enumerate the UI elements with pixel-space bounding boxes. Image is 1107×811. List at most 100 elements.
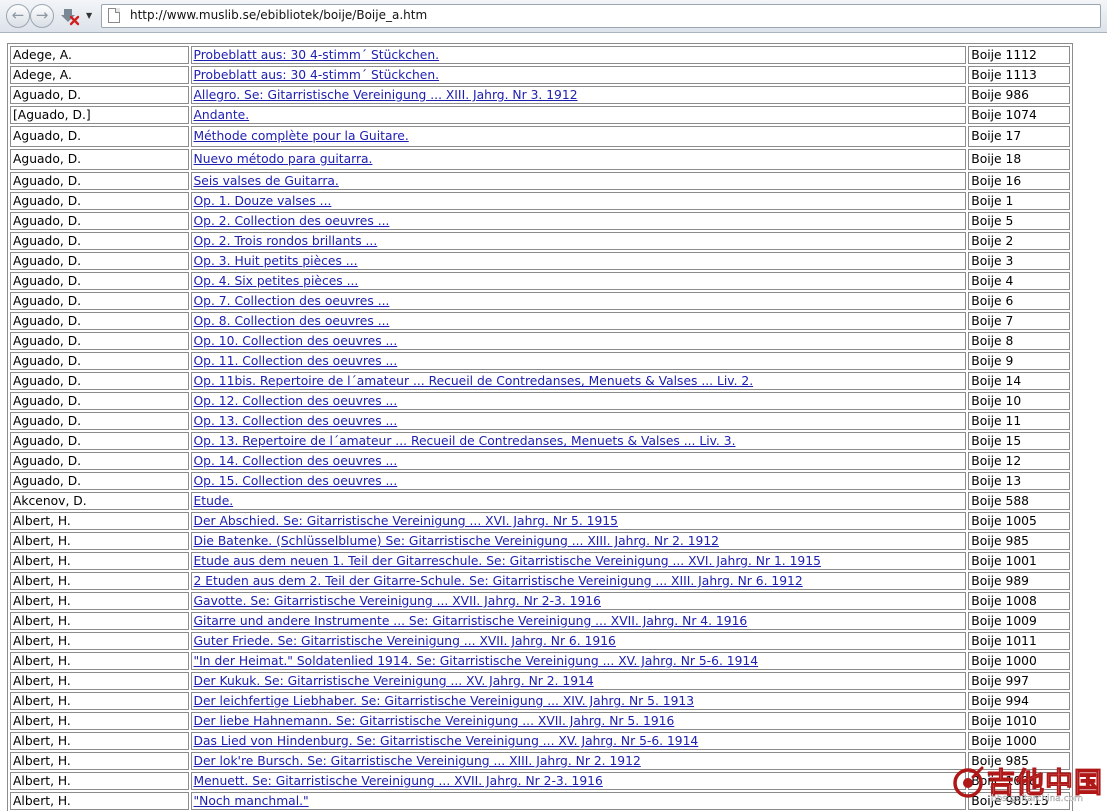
composer-cell: Aguado, D. bbox=[10, 292, 189, 310]
title-link[interactable]: Op. 10. Collection des oeuvres ... bbox=[194, 334, 398, 348]
title-cell: Op. 15. Collection des oeuvres ... bbox=[190, 472, 967, 490]
title-link[interactable]: 2 Etuden aus dem 2. Teil der Gitarre-Sch… bbox=[194, 574, 803, 588]
composer-cell: Albert, H. bbox=[10, 792, 189, 810]
table-row: Albert, H. 2 Etuden aus dem 2. Teil der G… bbox=[10, 572, 1070, 590]
title-link[interactable]: Op. 13. Collection des oeuvres ... bbox=[194, 414, 398, 428]
table-row: Aguado, D. Allegro. Se: Gitarristische Ve… bbox=[10, 86, 1070, 104]
title-cell: Die Batenke. (Schlüsselblume) Se: Gitarr… bbox=[190, 532, 967, 550]
title-cell: Op. 13. Repertoire de l´amateur ... Recu… bbox=[190, 432, 967, 450]
title-link[interactable]: "Noch manchmal." bbox=[194, 794, 309, 808]
title-link[interactable]: Der Kukuk. Se: Gitarristische Vereinigun… bbox=[194, 674, 594, 688]
arrow-right-icon: → bbox=[35, 6, 49, 24]
table-row: Aguado, D. Op. 7. Collection des oeuvres … bbox=[10, 292, 1070, 310]
title-link[interactable]: Op. 14. Collection des oeuvres ... bbox=[194, 454, 398, 468]
title-cell: Gavotte. Se: Gitarristische Vereinigung … bbox=[190, 592, 967, 610]
shelfmark-cell: Boije 1005 bbox=[968, 512, 1070, 530]
composer-cell: Aguado, D. bbox=[10, 372, 189, 390]
composer-cell: Aguado, D. bbox=[10, 412, 189, 430]
title-link[interactable]: Andante. bbox=[194, 108, 250, 122]
title-link[interactable]: Guter Friede. Se: Gitarristische Vereini… bbox=[194, 634, 616, 648]
title-cell: Op. 3. Huit petits pièces ... bbox=[190, 252, 967, 270]
table-row: Aguado, D. Op. 15. Collection des oeuvres… bbox=[10, 472, 1070, 490]
table-row: Aguado, D. Op. 2. Trois rondos brillants … bbox=[10, 232, 1070, 250]
title-link[interactable]: Op. 7. Collection des oeuvres ... bbox=[194, 294, 390, 308]
title-link[interactable]: Op. 4. Six petites pièces ... bbox=[194, 274, 359, 288]
title-link[interactable]: Probeblatt aus: 30 4-stimm´ Stückchen. bbox=[194, 48, 440, 62]
chevron-down-icon[interactable]: ▼ bbox=[86, 11, 92, 20]
table-row: Albert, H. Menuett. Se: Gitarristische Ve… bbox=[10, 772, 1070, 790]
title-link[interactable]: Op. 2. Collection des oeuvres ... bbox=[194, 214, 390, 228]
title-link[interactable]: Op. 15. Collection des oeuvres ... bbox=[194, 474, 398, 488]
download-stop-icon[interactable] bbox=[60, 6, 80, 26]
back-button[interactable]: ← bbox=[6, 4, 30, 28]
title-cell: Méthode complète pour la Guitare. bbox=[190, 126, 967, 147]
title-link[interactable]: Op. 3. Huit petits pièces ... bbox=[194, 254, 358, 268]
composer-cell: Aguado, D. bbox=[10, 312, 189, 330]
title-link[interactable]: Der liebe Hahnemann. Se: Gitarristische … bbox=[194, 714, 675, 728]
shelfmark-cell: Boije 997 bbox=[968, 672, 1070, 690]
forward-button[interactable]: → bbox=[30, 4, 54, 28]
title-link[interactable]: "In der Heimat." Soldatenlied 1914. Se: … bbox=[194, 654, 759, 668]
shelfmark-cell: Boije 9 bbox=[968, 352, 1070, 370]
shelfmark-cell: Boije 989 bbox=[968, 572, 1070, 590]
title-cell: Probeblatt aus: 30 4-stimm´ Stückchen. bbox=[190, 66, 967, 84]
title-link[interactable]: Der Abschied. Se: Gitarristische Vereini… bbox=[194, 514, 618, 528]
composer-cell: [Aguado, D.] bbox=[10, 106, 189, 124]
title-link[interactable]: Op. 11. Collection des oeuvres ... bbox=[194, 354, 398, 368]
title-cell: Das Lied von Hindenburg. Se: Gitarristis… bbox=[190, 732, 967, 750]
title-link[interactable]: Op. 2. Trois rondos brillants ... bbox=[194, 234, 378, 248]
shelfmark-cell: Boije 1011 bbox=[968, 632, 1070, 650]
title-cell: Andante. bbox=[190, 106, 967, 124]
shelfmark-cell: Boije 6 bbox=[968, 292, 1070, 310]
shelfmark-cell: Boije 13 bbox=[968, 472, 1070, 490]
title-link[interactable]: Probeblatt aus: 30 4-stimm´ Stückchen. bbox=[194, 68, 440, 82]
table-row: Albert, H. Die Batenke. (Schlüsselblume) … bbox=[10, 532, 1070, 550]
composer-cell: Aguado, D. bbox=[10, 272, 189, 290]
table-row: Aguado, D. Op. 4. Six petites pièces ... B… bbox=[10, 272, 1070, 290]
composer-cell: Albert, H. bbox=[10, 632, 189, 650]
composer-cell: Albert, H. bbox=[10, 552, 189, 570]
title-link[interactable]: Méthode complète pour la Guitare. bbox=[194, 129, 409, 143]
title-link[interactable]: Op. 1. Douze valses ... bbox=[194, 194, 332, 208]
composer-cell: Albert, H. bbox=[10, 592, 189, 610]
title-cell: Op. 8. Collection des oeuvres ... bbox=[190, 312, 967, 330]
composer-cell: Albert, H. bbox=[10, 712, 189, 730]
title-link[interactable]: Gitarre und andere Instrumente ... Se: G… bbox=[194, 614, 748, 628]
address-bar[interactable]: http://www.muslib.se/ebibliotek/boije/Bo… bbox=[101, 4, 1101, 28]
composer-cell: Aguado, D. bbox=[10, 252, 189, 270]
title-link[interactable]: Allegro. Se: Gitarristische Vereinigung … bbox=[194, 88, 578, 102]
title-link[interactable]: Der lok're Bursch. Se: Gitarristische Ve… bbox=[194, 754, 641, 768]
title-link[interactable]: Menuett. Se: Gitarristische Vereinigung … bbox=[194, 774, 603, 788]
title-link[interactable]: Gavotte. Se: Gitarristische Vereinigung … bbox=[194, 594, 601, 608]
title-link[interactable]: Op. 13. Repertoire de l´amateur ... Recu… bbox=[194, 434, 736, 448]
table-row: Albert, H. "Noch manchmal." Boije 985:15 bbox=[10, 792, 1070, 810]
table-row: Aguado, D. Op. 11. Collection des oeuvres… bbox=[10, 352, 1070, 370]
title-cell: Allegro. Se: Gitarristische Vereinigung … bbox=[190, 86, 967, 104]
title-link[interactable]: Der leichfertige Liebhaber. Se: Gitarris… bbox=[194, 694, 695, 708]
title-link[interactable]: Das Lied von Hindenburg. Se: Gitarristis… bbox=[194, 734, 699, 748]
title-cell: Etude. bbox=[190, 492, 967, 510]
title-link[interactable]: Etude. bbox=[194, 494, 234, 508]
title-link[interactable]: Op. 11bis. Repertoire de l´amateur ... R… bbox=[194, 374, 754, 388]
title-cell: Op. 11. Collection des oeuvres ... bbox=[190, 352, 967, 370]
composer-cell: Aguado, D. bbox=[10, 149, 189, 170]
shelfmark-cell: Boije 17 bbox=[968, 126, 1070, 147]
shelfmark-cell: Boije 1 bbox=[968, 192, 1070, 210]
shelfmark-cell: Boije 985 bbox=[968, 532, 1070, 550]
table-row: Aguado, D. Op. 11bis. Repertoire de l´ama… bbox=[10, 372, 1070, 390]
title-cell: Op. 7. Collection des oeuvres ... bbox=[190, 292, 967, 310]
shelfmark-cell: Boije 3 bbox=[968, 252, 1070, 270]
title-link[interactable]: Op. 8. Collection des oeuvres ... bbox=[194, 314, 390, 328]
title-link[interactable]: Nuevo método para guitarra. bbox=[194, 152, 373, 166]
composer-cell: Aguado, D. bbox=[10, 212, 189, 230]
table-row: Albert, H. Etude aus dem neuen 1. Teil de… bbox=[10, 552, 1070, 570]
shelfmark-cell: Boije 12 bbox=[968, 452, 1070, 470]
title-link[interactable]: Op. 12. Collection des oeuvres ... bbox=[194, 394, 398, 408]
title-link[interactable]: Die Batenke. (Schlüsselblume) Se: Gitarr… bbox=[194, 534, 720, 548]
title-link[interactable]: Seis valses de Guitarra. bbox=[194, 174, 339, 188]
composer-cell: Adege, A. bbox=[10, 66, 189, 84]
title-cell: Der Kukuk. Se: Gitarristische Vereinigun… bbox=[190, 672, 967, 690]
title-link[interactable]: Etude aus dem neuen 1. Teil der Gitarres… bbox=[194, 554, 821, 568]
url-text[interactable]: http://www.muslib.se/ebibliotek/boije/Bo… bbox=[130, 8, 427, 22]
composer-cell: Albert, H. bbox=[10, 532, 189, 550]
